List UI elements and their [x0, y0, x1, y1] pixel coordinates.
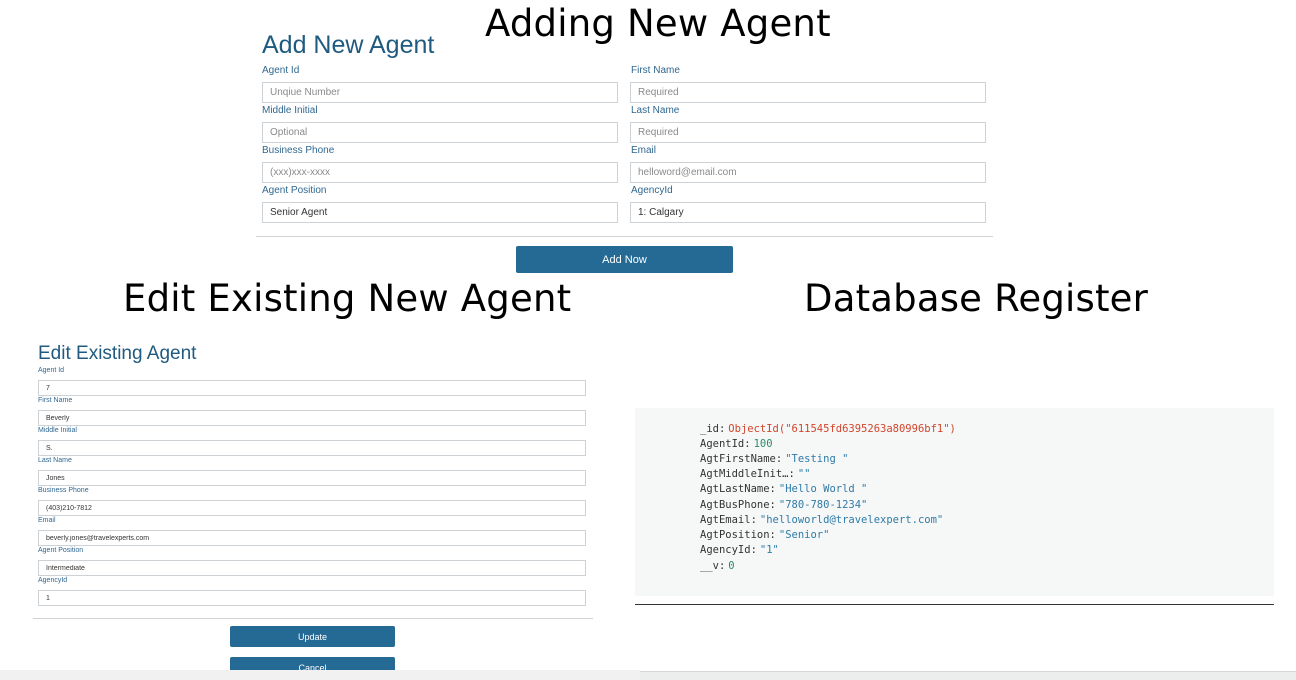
- edit-agent-id-label: Agent Id: [38, 367, 65, 374]
- edit-business-phone-input[interactable]: [38, 500, 586, 516]
- add-form-divider: [256, 236, 993, 237]
- edit-agency-id-input[interactable]: [38, 590, 586, 606]
- db-value: "Hello World ": [778, 483, 868, 495]
- caption-adding-new-agent: Adding New Agent: [485, 2, 831, 45]
- edit-first-name-input[interactable]: [38, 410, 586, 426]
- add-now-button[interactable]: Add Now: [516, 246, 733, 273]
- add-email-input[interactable]: [630, 162, 986, 183]
- add-form-title: Add New Agent: [262, 31, 435, 59]
- bottom-strip-right: [640, 671, 1296, 680]
- edit-first-name-label: First Name: [38, 397, 73, 404]
- add-agent-id-label: Agent Id: [262, 65, 300, 76]
- db-value: "1": [759, 544, 779, 556]
- db-field-email: AgtEmail: "helloworld@travelexpert.com": [700, 514, 944, 526]
- db-field-agent-id: AgentId: 100: [700, 438, 773, 450]
- edit-last-name-label: Last Name: [38, 457, 72, 464]
- db-key: AgencyId: [700, 544, 751, 556]
- db-field-first-name: AgtFirstName: "Testing ": [700, 453, 849, 465]
- add-first-name-input[interactable]: [630, 82, 986, 103]
- edit-agent-position-label: Agent Position: [38, 547, 84, 554]
- add-last-name-input[interactable]: [630, 122, 986, 143]
- db-field-last-name: AgtLastName: "Hello World ": [700, 483, 868, 495]
- add-business-phone-label: Business Phone: [262, 145, 335, 156]
- db-field-id: _id: ObjectId("611545fd6395263a80996bf1"): [700, 423, 956, 435]
- update-button[interactable]: Update: [230, 626, 395, 647]
- db-key: __v: [700, 560, 719, 572]
- db-field-bus-phone: AgtBusPhone: "780-780-1234": [700, 499, 868, 511]
- db-key: AgentId: [700, 438, 745, 450]
- add-agent-id-input[interactable]: [262, 82, 618, 103]
- db-field-version: __v: 0: [700, 560, 735, 572]
- db-key: AgtEmail: [700, 514, 751, 526]
- add-middle-initial-input[interactable]: [262, 122, 618, 143]
- db-value: "helloworld@travelexpert.com": [759, 514, 944, 526]
- caption-edit-existing-agent: Edit Existing New Agent: [123, 277, 572, 320]
- db-field-middle-initial: AgtMiddleInit…: "": [700, 468, 811, 480]
- edit-last-name-input[interactable]: [38, 470, 586, 486]
- db-value: "Senior": [778, 529, 830, 541]
- db-key: AgtPosition: [700, 529, 770, 541]
- edit-agent-id-input[interactable]: [38, 380, 586, 396]
- db-value: ObjectId("611545fd6395263a80996bf1"): [728, 423, 956, 435]
- add-last-name-label: Last Name: [631, 105, 680, 116]
- db-key: AgtMiddleInit…: [700, 468, 789, 480]
- caption-database-register: Database Register: [804, 277, 1149, 320]
- edit-agency-id-label: AgencyId: [38, 577, 68, 584]
- db-panel-divider: [635, 604, 1274, 605]
- add-email-label: Email: [631, 145, 657, 156]
- add-first-name-label: First Name: [631, 65, 680, 76]
- db-key: AgtFirstName: [700, 453, 776, 465]
- db-value: 100: [753, 438, 773, 450]
- db-value: "780-780-1234": [778, 499, 868, 511]
- add-middle-initial-label: Middle Initial: [262, 105, 318, 116]
- db-value: 0: [728, 560, 735, 572]
- edit-agent-position-select[interactable]: [38, 560, 586, 576]
- db-value: "Testing ": [785, 453, 849, 465]
- edit-email-label: Email: [38, 517, 56, 524]
- edit-form-divider: [33, 618, 593, 619]
- edit-middle-initial-label: Middle Initial: [38, 427, 77, 434]
- db-key: AgtLastName: [700, 483, 770, 495]
- add-agency-id-select[interactable]: [630, 202, 986, 223]
- db-key: _id: [700, 423, 719, 435]
- edit-form-title: Edit Existing Agent: [38, 343, 197, 364]
- edit-business-phone-label: Business Phone: [38, 487, 89, 494]
- db-field-agency-id: AgencyId: "1": [700, 544, 779, 556]
- edit-middle-initial-input[interactable]: [38, 440, 586, 456]
- add-agency-id-label: AgencyId: [631, 185, 673, 196]
- db-key: AgtBusPhone: [700, 499, 770, 511]
- add-agent-position-select[interactable]: [262, 202, 618, 223]
- add-agent-position-label: Agent Position: [262, 185, 327, 196]
- bottom-strip-left: [0, 670, 640, 680]
- db-field-position: AgtPosition: "Senior": [700, 529, 830, 541]
- edit-email-input[interactable]: [38, 530, 586, 546]
- add-business-phone-input[interactable]: [262, 162, 618, 183]
- db-value: "": [797, 468, 811, 480]
